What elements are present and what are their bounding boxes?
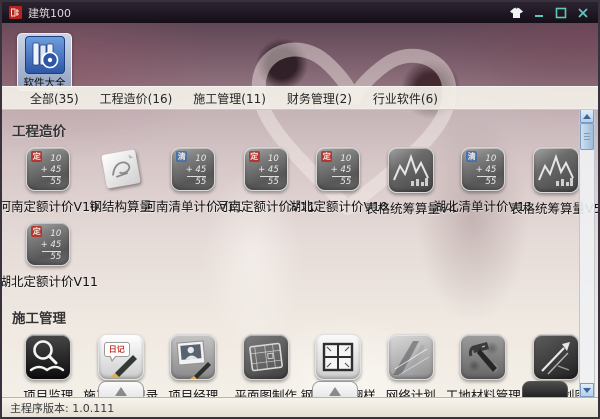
calculator-icon: 清 10 + 45 55 (171, 147, 215, 191)
calc-line2: + 45 (245, 165, 287, 176)
tab-industry-software[interactable]: 行业软件(6) (373, 90, 438, 107)
diary-pencil-icon: 日记 (98, 334, 144, 380)
scrollbar-thumb[interactable] (580, 123, 594, 150)
calculator-icon: 定 10 + 45 55 (26, 222, 70, 266)
app-item[interactable]: 定 10 + 45 55 湖北定额计价V10 (302, 147, 375, 217)
calc-line2: + 45 (172, 165, 214, 176)
section-title-engineering-cost: 工程造价 (12, 120, 598, 140)
minimize-icon[interactable] (530, 5, 547, 20)
app-label: 湖北定额计价V11 (2, 271, 98, 290)
calc-line3: 55 (42, 176, 61, 188)
app-item[interactable]: 工地材料管理 (447, 334, 520, 398)
magnifier-book-icon (25, 334, 71, 380)
calculator-icon: 清 10 + 45 55 (461, 147, 505, 191)
skin-shirt-icon[interactable] (508, 5, 525, 20)
app-window: 建筑100 (0, 0, 600, 419)
calculator-icon: 定 10 + 45 55 (244, 147, 288, 191)
software-collection-button[interactable]: 软件大全 (17, 33, 72, 91)
calc-line2: + 45 (462, 165, 504, 176)
software-library-icon (25, 36, 65, 74)
stamp-seal: 清 (466, 151, 477, 162)
calc-line3: 55 (332, 176, 351, 188)
app-grid-content: 工程造价 定 10 + 45 55 河南定额计价V10 (2, 108, 598, 398)
stamp-seal: 定 (321, 151, 332, 162)
calc-line3: 55 (260, 176, 279, 188)
calc-line3: 55 (187, 176, 206, 188)
app-item[interactable]: 定 10 + 45 55 湖北定额计价V11 (12, 222, 85, 290)
floorplan-icon (243, 334, 289, 380)
calc-line3: 55 (42, 251, 61, 263)
triangle-glyph (329, 387, 341, 396)
stamp-seal: 定 (31, 226, 42, 237)
tab-construction-management[interactable]: 施工管理(11) (193, 90, 266, 107)
partially-visible-app-icon[interactable] (98, 381, 144, 398)
tab-all[interactable]: 全部(35) (30, 90, 79, 107)
category-tabbar: 全部(35) 工程造价(16) 施工管理(11) 财务管理(2) 行业软件(6) (2, 86, 598, 110)
scroll-up-arrow-icon[interactable] (580, 109, 594, 123)
construction-management-grid: 项目监理 日记 施工日常记录 (2, 334, 598, 398)
line-chart-icon (388, 147, 434, 193)
network-plan-icon (388, 334, 434, 380)
section-title-construction-management: 施工管理 (12, 307, 598, 327)
app-item[interactable]: 清 10 + 45 55 湖北清单计价V11 (447, 147, 520, 217)
app-logo-icon (9, 6, 22, 19)
close-icon[interactable] (574, 5, 591, 20)
vertical-scrollbar[interactable] (579, 108, 595, 398)
line-chart-icon (533, 147, 579, 193)
scroll-down-arrow-icon[interactable] (580, 383, 594, 397)
calculator-icon: 定 10 + 45 55 (26, 147, 70, 191)
stamp-seal: 定 (31, 151, 42, 162)
hammer-materials-icon (460, 334, 506, 380)
app-item[interactable]: 项目经理 (157, 334, 230, 398)
calc-line2: + 45 (27, 165, 69, 176)
triangle-glyph (115, 387, 127, 396)
rebar-grid-icon (315, 334, 361, 380)
tab-financial-management[interactable]: 财务管理(2) (287, 90, 352, 107)
partially-visible-app-icon[interactable] (522, 381, 568, 398)
app-item[interactable]: 平面图制作 (230, 334, 303, 398)
window-controls (508, 5, 591, 20)
calc-line3: 55 (477, 176, 496, 188)
stamp-seal: 定 (249, 151, 260, 162)
calc-line2: + 45 (27, 240, 69, 251)
calculator-icon: 定 10 + 45 55 (316, 147, 360, 191)
app-item[interactable]: 项目监理 (12, 334, 85, 398)
app-item[interactable]: 网络计划 (375, 334, 448, 398)
titlebar: 建筑100 (2, 2, 598, 23)
maximize-icon[interactable] (552, 5, 569, 20)
calc-line2: + 45 (317, 165, 359, 176)
app-item[interactable]: 定 10 + 45 55 河南定额计价V10 (12, 147, 85, 217)
tab-engineering-cost[interactable]: 工程造价(16) (100, 90, 173, 107)
version-text: 主程序版本: 1.0.111 (10, 400, 114, 416)
window-title: 建筑100 (28, 5, 71, 21)
steel-sheet-icon (99, 147, 143, 191)
portrait-pencil-icon (170, 334, 216, 380)
stamp-seal: 清 (176, 151, 187, 162)
engineering-cost-grid: 定 10 + 45 55 河南定额计价V10 钢结构算量 (2, 147, 598, 295)
statusbar: 主程序版本: 1.0.111 (2, 397, 598, 417)
partially-visible-app-icon[interactable] (312, 381, 358, 398)
diagonal-plan-icon (533, 334, 579, 380)
